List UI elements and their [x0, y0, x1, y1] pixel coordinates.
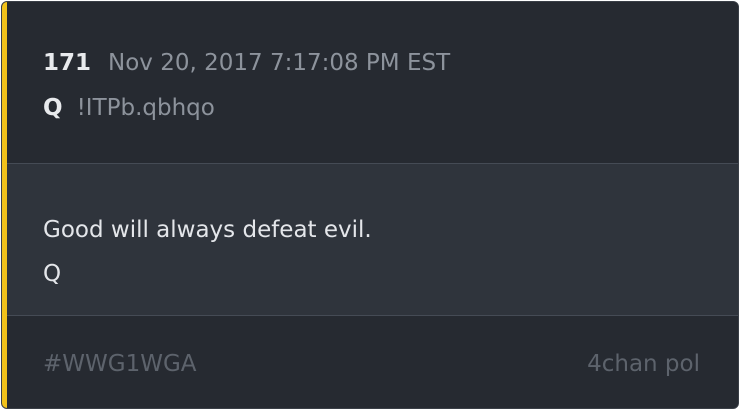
- post-body: Good will always defeat evil. Q: [7, 164, 738, 316]
- post-meta: 171 Nov 20, 2017 7:17:08 PM EST: [43, 47, 450, 79]
- post-card: 171 Nov 20, 2017 7:17:08 PM EST Q !ITPb.…: [1, 1, 739, 409]
- source-label: 4chan pol: [587, 351, 700, 377]
- author-tripcode: !ITPb.qbhqo: [76, 95, 215, 121]
- post-author: Q !ITPb.qbhqo: [43, 92, 215, 124]
- message-line: Good will always defeat evil.: [43, 217, 372, 243]
- post-header: 171 Nov 20, 2017 7:17:08 PM EST Q !ITPb.…: [7, 2, 738, 164]
- post-timestamp: Nov 20, 2017 7:17:08 PM EST: [108, 50, 451, 76]
- post-number[interactable]: 171: [43, 50, 91, 76]
- author-name: Q: [43, 95, 63, 121]
- post-footer: #WWG1WGA 4chan pol: [7, 316, 738, 408]
- hashtag-link[interactable]: #WWG1WGA: [43, 349, 197, 379]
- message-signature: Q: [43, 261, 62, 287]
